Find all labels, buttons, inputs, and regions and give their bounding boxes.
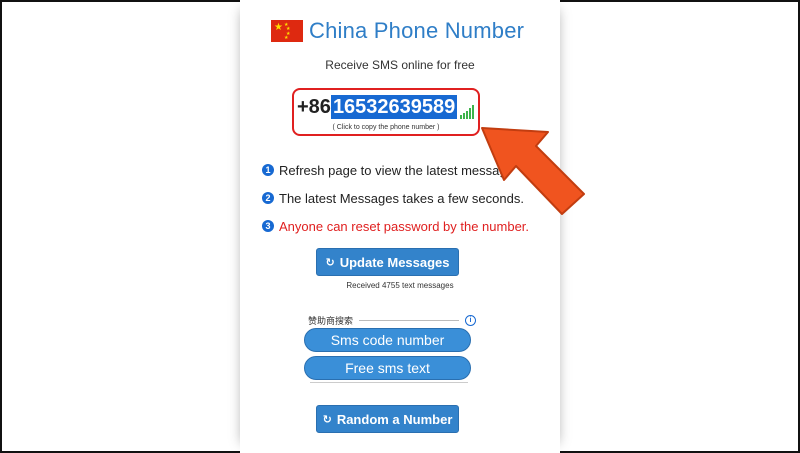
instruction-list: 1 Refresh page to view the latest messag… <box>262 156 529 240</box>
page-title: China Phone Number <box>309 18 525 43</box>
sponsor-header: 赞助商搜索 i <box>308 314 476 327</box>
update-messages-button[interactable]: ↻ Update Messages <box>316 248 459 276</box>
country-code: +86 <box>297 96 331 118</box>
instruction-item-warning: 3 Anyone can reset password by the numbe… <box>262 212 529 240</box>
info-icon[interactable]: i <box>465 315 476 326</box>
received-count: Received 4755 text messages <box>346 281 454 290</box>
instruction-item: 1 Refresh page to view the latest messag <box>262 156 529 184</box>
page-header: ★ ★ ★ ★ ★ China Phone Number <box>271 18 524 44</box>
step-number-icon: 1 <box>262 164 274 176</box>
section-divider <box>310 382 468 383</box>
instruction-text: Anyone can reset password by the number. <box>279 218 530 234</box>
step-number-icon: 3 <box>262 220 274 232</box>
china-flag-icon: ★ ★ ★ ★ ★ <box>271 20 303 42</box>
phone-number-display[interactable]: +86 16532639589 <box>297 95 475 119</box>
instruction-text: The latest Messages takes a few seconds. <box>279 190 524 206</box>
instruction-item: 2 The latest Messages takes a few second… <box>262 184 529 212</box>
step-number-icon: 2 <box>262 192 274 204</box>
page-subtitle: Receive SMS online for free <box>325 58 475 72</box>
sponsor-link-sms-code[interactable]: Sms code number <box>304 328 471 352</box>
phone-number[interactable]: 16532639589 <box>330 95 458 119</box>
refresh-icon: ↻ <box>325 256 335 269</box>
instruction-text: Refresh page to view the latest messag <box>279 162 507 178</box>
random-number-button[interactable]: ↻ Random a Number <box>316 405 459 433</box>
random-number-label: Random a Number <box>336 411 453 427</box>
refresh-icon: ↻ <box>322 413 332 426</box>
copy-hint[interactable]: ( Click to copy the phone number ) <box>292 124 480 131</box>
sponsor-rule <box>359 320 459 321</box>
sponsor-link-free-sms[interactable]: Free sms text <box>304 356 471 380</box>
update-messages-label: Update Messages <box>339 254 450 270</box>
sponsor-label: 赞助商搜索 <box>308 316 354 326</box>
signal-bars-icon <box>460 103 475 119</box>
